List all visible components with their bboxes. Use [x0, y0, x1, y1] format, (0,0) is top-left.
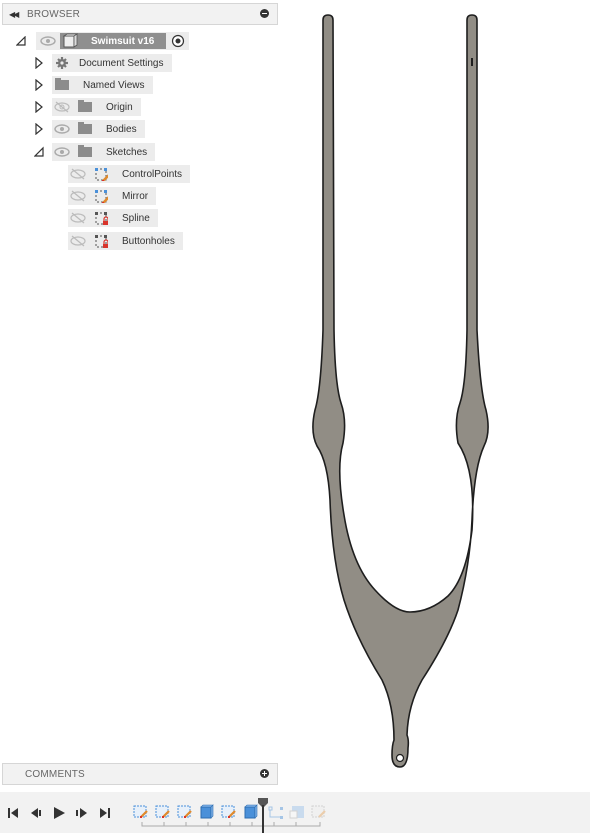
sketch-item[interactable]: Spline [68, 209, 158, 227]
expanded-triangle-icon[interactable] [16, 36, 26, 46]
sketch-locked-icon [95, 235, 108, 248]
timeline-sketch-feature[interactable] [155, 804, 171, 820]
eye-icon[interactable] [54, 146, 70, 158]
collapsed-triangle-icon[interactable] [34, 57, 44, 69]
tree-item-document-settings[interactable]: Document Settings [34, 54, 172, 72]
timeline-extrude-feature[interactable] [199, 804, 215, 820]
item-label: Spline [122, 212, 150, 224]
eye-icon[interactable] [54, 123, 70, 135]
tree-item-sketches[interactable]: Sketches [34, 143, 156, 161]
eye-hidden-icon[interactable] [70, 168, 86, 180]
root-label: Swimsuit v16 [91, 35, 155, 47]
comments-header: COMMENTS [2, 763, 278, 785]
item-label: Origin [106, 101, 133, 113]
sketch-item[interactable]: Buttonholes [68, 232, 183, 250]
collapsed-triangle-icon[interactable] [34, 123, 44, 135]
timeline-mirror-feature-suppressed[interactable] [268, 804, 284, 820]
sketch-locked-icon [95, 212, 108, 225]
timeline-sketch-feature[interactable] [177, 804, 193, 820]
sketch-edit-icon [95, 168, 108, 181]
item-label: ControlPoints [122, 168, 183, 180]
timeline-sketch-feature-suppressed[interactable] [311, 804, 327, 820]
minus-circle-icon[interactable] [260, 9, 269, 18]
step-forward-icon[interactable] [75, 806, 89, 820]
play-icon[interactable] [52, 806, 66, 820]
collapse-panel-icon[interactable]: ◀◀ [9, 10, 19, 19]
eye-hidden-icon[interactable] [70, 212, 86, 224]
folder-icon [78, 100, 92, 112]
timeline-bar [0, 792, 590, 833]
item-label: Sketches [106, 146, 148, 158]
comments-title: COMMENTS [25, 768, 85, 780]
tree-item-named-views[interactable]: Named Views [34, 76, 153, 94]
step-back-icon[interactable] [29, 806, 43, 820]
tree-item-bodies[interactable]: Bodies [34, 120, 145, 138]
expanded-triangle-icon[interactable] [34, 146, 44, 158]
browser-title: BROWSER [27, 8, 81, 20]
item-label: Document Settings [79, 57, 164, 69]
sketch-edit-icon [95, 190, 108, 203]
swimsuit-outline[interactable] [312, 14, 489, 768]
skip-to-end-icon[interactable] [98, 806, 112, 820]
folder-icon [78, 122, 92, 134]
skip-to-start-icon[interactable] [6, 806, 20, 820]
sketch-item[interactable]: ControlPoints [68, 165, 191, 183]
timeline-body-feature-suppressed[interactable] [289, 804, 305, 820]
component-icon [62, 33, 78, 48]
item-label: Buttonholes [122, 235, 175, 247]
item-label: Bodies [106, 123, 137, 135]
plus-circle-icon[interactable] [260, 769, 269, 778]
eye-hidden-icon[interactable] [70, 190, 86, 202]
root-component-chip[interactable]: Swimsuit v16 [60, 33, 166, 49]
model-viewport[interactable] [290, 0, 590, 790]
timeline-sketch-feature[interactable] [221, 804, 237, 820]
gear-icon [56, 57, 68, 69]
swimsuit-body[interactable] [323, 15, 479, 612]
tree-item-origin[interactable]: Origin [34, 98, 141, 116]
collapsed-triangle-icon[interactable] [34, 101, 44, 113]
strap-buttonhole [471, 58, 473, 66]
timeline-sketch-feature[interactable] [133, 804, 149, 820]
buttonhole [395, 753, 405, 763]
item-label: Mirror [122, 190, 149, 202]
collapsed-triangle-icon[interactable] [34, 79, 44, 91]
folder-icon [55, 78, 69, 90]
sketch-item[interactable]: Mirror [68, 187, 157, 205]
radio-active-icon[interactable] [171, 34, 185, 48]
eye-hidden-icon[interactable] [54, 101, 70, 113]
eye-icon[interactable] [40, 36, 56, 46]
item-label: Named Views [83, 79, 145, 91]
folder-icon [78, 145, 92, 157]
eye-hidden-icon[interactable] [70, 235, 86, 247]
browser-header: ◀◀ BROWSER [2, 3, 278, 25]
tree-root[interactable]: Swimsuit v16 [16, 32, 189, 50]
